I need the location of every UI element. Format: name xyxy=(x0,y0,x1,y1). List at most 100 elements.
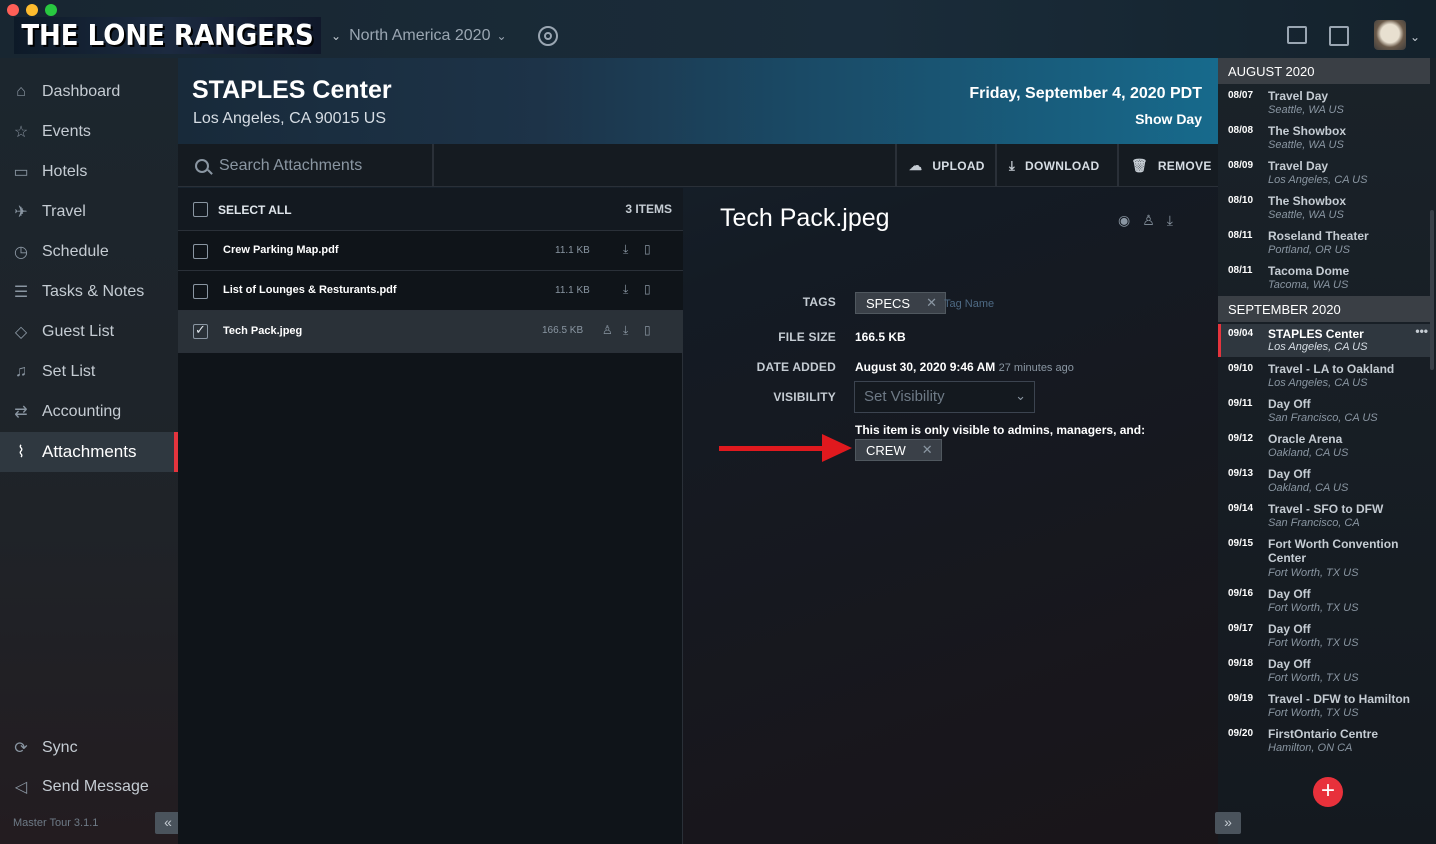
trash-icon[interactable]: ▯ xyxy=(644,282,651,296)
clock-icon: ◷ xyxy=(14,244,28,261)
search-input[interactable]: Search Attachments xyxy=(178,144,434,187)
schedule-item[interactable]: 09/14 Travel - SFO to DFW San Francisco,… xyxy=(1218,499,1430,534)
list-item-selected[interactable]: Tech Pack.jpeg 166.5 KB ♙ ⤓ ▯ xyxy=(178,311,683,353)
list-icon: ☰ xyxy=(13,284,29,301)
scrollbar[interactable] xyxy=(1430,210,1434,370)
schedule-item[interactable]: 09/19 Travel - DFW to Hamilton Fort Wort… xyxy=(1218,689,1430,724)
download-icon[interactable]: ⤓ xyxy=(623,242,628,257)
paperclip-icon: ⌇ xyxy=(17,444,25,461)
schedule-item[interactable]: 09/11 Day Off San Francisco, CA US xyxy=(1218,394,1430,429)
minimize-window-button[interactable] xyxy=(26,4,38,16)
sidebar-item-attachments[interactable]: ⌇ Attachments xyxy=(0,432,178,472)
tag-name-input[interactable]: Tag Name xyxy=(944,298,994,310)
home-icon: ⌂ xyxy=(16,83,26,100)
sidebar-item-schedule[interactable]: ◷ Schedule xyxy=(0,232,178,272)
day-type: Show Day xyxy=(1135,111,1202,127)
sidebar-item-hotels[interactable]: ▭ Hotels xyxy=(0,152,178,192)
schedule-item[interactable]: 08/11 Roseland Theater Portland, OR US xyxy=(1218,226,1430,261)
download-icon[interactable]: ⤓ xyxy=(623,282,628,297)
close-icon[interactable]: ✕ xyxy=(922,442,933,458)
hotel-icon: ▭ xyxy=(13,164,29,181)
file-name: List of Lounges & Resturants.pdf xyxy=(223,284,397,296)
trash-icon[interactable]: ▯ xyxy=(644,323,651,337)
detail-actions: ◉ ♙ ⤓ xyxy=(1118,212,1173,229)
gear-icon[interactable] xyxy=(538,26,558,46)
schedule-item[interactable]: 09/10 Travel - LA to Oakland Los Angeles… xyxy=(1218,359,1430,394)
close-icon[interactable]: ✕ xyxy=(926,295,937,311)
schedule-item[interactable]: 09/15 Fort Worth Convention Center Fort … xyxy=(1218,534,1430,584)
tag-icon: ◇ xyxy=(14,324,28,341)
venue-name: STAPLES Center xyxy=(192,76,392,104)
trash-icon: 🗑 xyxy=(1131,157,1148,173)
band-logo[interactable]: THE LONE RANGERS xyxy=(14,17,321,54)
expand-panel-button[interactable]: » xyxy=(1215,812,1241,834)
file-checkbox[interactable] xyxy=(193,322,208,339)
schedule-item-current[interactable]: 09/04 STAPLES Center Los Angeles, CA US … xyxy=(1218,324,1430,357)
star-icon: ☆ xyxy=(13,124,29,141)
schedule-item[interactable]: 09/17 Day Off Fort Worth, TX US xyxy=(1218,619,1430,654)
trash-icon[interactable]: ▯ xyxy=(644,242,651,256)
sidebar-item-dashboard[interactable]: ⌂ Dashboard xyxy=(0,72,178,112)
schedule-item[interactable]: 08/08 The Showbox Seattle, WA US xyxy=(1218,121,1430,156)
download-icon[interactable]: ⤓ xyxy=(1167,212,1173,229)
visibility-group-chip[interactable]: CREW ✕ xyxy=(855,439,942,461)
month-header: SEPTEMBER 2020 xyxy=(1218,296,1430,322)
sidebar-item-set-list[interactable]: ♫ Set List xyxy=(0,352,178,392)
chevron-down-icon: ⌄ xyxy=(1015,388,1026,403)
schedule-item[interactable]: 08/09 Travel Day Los Angeles, CA US xyxy=(1218,156,1430,191)
list-header: SELECT ALL 3 ITEMS xyxy=(178,188,683,231)
select-all-checkbox[interactable] xyxy=(193,202,208,217)
download-icon: ⤓ xyxy=(1009,157,1016,173)
remove-button[interactable]: 🗑 REMOVE xyxy=(1117,144,1218,187)
event-date: Friday, September 4, 2020 PDT xyxy=(969,85,1202,102)
venue-header: STAPLES Center Los Angeles, CA 90015 US … xyxy=(178,58,1218,144)
chevron-down-icon: ⌄ xyxy=(496,29,507,43)
list-item[interactable]: List of Lounges & Resturants.pdf 11.1 KB… xyxy=(178,271,683,311)
sync-button[interactable]: ⟳ Sync xyxy=(0,728,178,768)
music-icon: ♫ xyxy=(15,363,27,380)
close-window-button[interactable] xyxy=(7,4,19,16)
file-checkbox[interactable] xyxy=(193,284,208,299)
schedule-item[interactable]: 09/20 FirstOntario Centre Hamilton, ON C… xyxy=(1218,724,1430,759)
select-all-label[interactable]: SELECT ALL xyxy=(218,203,292,217)
venue-address: Los Angeles, CA 90015 US xyxy=(193,110,387,127)
visibility-select[interactable]: Set Visibility ⌄ xyxy=(854,381,1035,413)
schedule-item[interactable]: 09/13 Day Off Oakland, CA US xyxy=(1218,464,1430,499)
sidebar-item-events[interactable]: ☆ Events xyxy=(0,112,178,152)
schedule-item[interactable]: 09/18 Day Off Fort Worth, TX US xyxy=(1218,654,1430,689)
schedule-item[interactable]: 08/07 Travel Day Seattle, WA US xyxy=(1218,86,1430,121)
calendar-icon[interactable] xyxy=(1329,26,1349,46)
person-icon[interactable]: ♙ xyxy=(1142,212,1155,229)
schedule-item[interactable]: 09/12 Oracle Arena Oakland, CA US xyxy=(1218,429,1430,464)
maximize-window-button[interactable] xyxy=(45,4,57,16)
file-size: 11.1 KB xyxy=(555,245,590,256)
person-icon[interactable]: ♙ xyxy=(602,323,613,337)
tag-chip[interactable]: SPECS ✕ xyxy=(855,292,946,314)
sidebar-item-travel[interactable]: ✈ Travel xyxy=(0,192,178,232)
file-name: Tech Pack.jpeg xyxy=(223,325,303,337)
file-size: 11.1 KB xyxy=(555,285,590,296)
visibility-label: VISIBILITY xyxy=(773,390,836,404)
download-icon[interactable]: ⤓ xyxy=(623,323,628,338)
schedule-item[interactable]: 08/10 The Showbox Seattle, WA US xyxy=(1218,191,1430,226)
upload-button[interactable]: ☁ UPLOAD xyxy=(895,144,995,187)
chevron-down-icon[interactable]: ⌄ xyxy=(1410,30,1420,44)
send-message-button[interactable]: ◁ Send Message xyxy=(0,767,178,807)
add-event-button[interactable]: + xyxy=(1313,777,1343,807)
avatar[interactable] xyxy=(1374,20,1406,50)
sidebar-item-accounting[interactable]: ⇄ Accounting xyxy=(0,392,178,432)
contact-card-icon[interactable] xyxy=(1287,26,1307,44)
chevron-down-icon: ⌄ xyxy=(331,29,342,43)
eye-icon[interactable]: ◉ xyxy=(1118,212,1130,229)
sidebar-item-guest-list[interactable]: ◇ Guest List xyxy=(0,312,178,352)
schedule-item[interactable]: 09/16 Day Off Fort Worth, TX US xyxy=(1218,584,1430,619)
visibility-note: This item is only visible to admins, man… xyxy=(855,423,1146,437)
schedule-item[interactable]: 08/11 Tacoma Dome Tacoma, WA US xyxy=(1218,261,1430,296)
more-icon[interactable]: ••• xyxy=(1415,324,1428,338)
list-item[interactable]: Crew Parking Map.pdf 11.1 KB ⤓ ▯ xyxy=(178,231,683,271)
file-checkbox[interactable] xyxy=(193,244,208,259)
tour-selector[interactable]: ⌄ North America 2020 ⌄ xyxy=(331,24,507,48)
attachments-toolbar: Search Attachments ☁ UPLOAD ⤓ DOWNLOAD 🗑 RE… xyxy=(178,144,1218,187)
download-button[interactable]: ⤓ DOWNLOAD xyxy=(995,144,1117,187)
sidebar-item-tasks-notes[interactable]: ☰ Tasks & Notes xyxy=(0,272,178,312)
